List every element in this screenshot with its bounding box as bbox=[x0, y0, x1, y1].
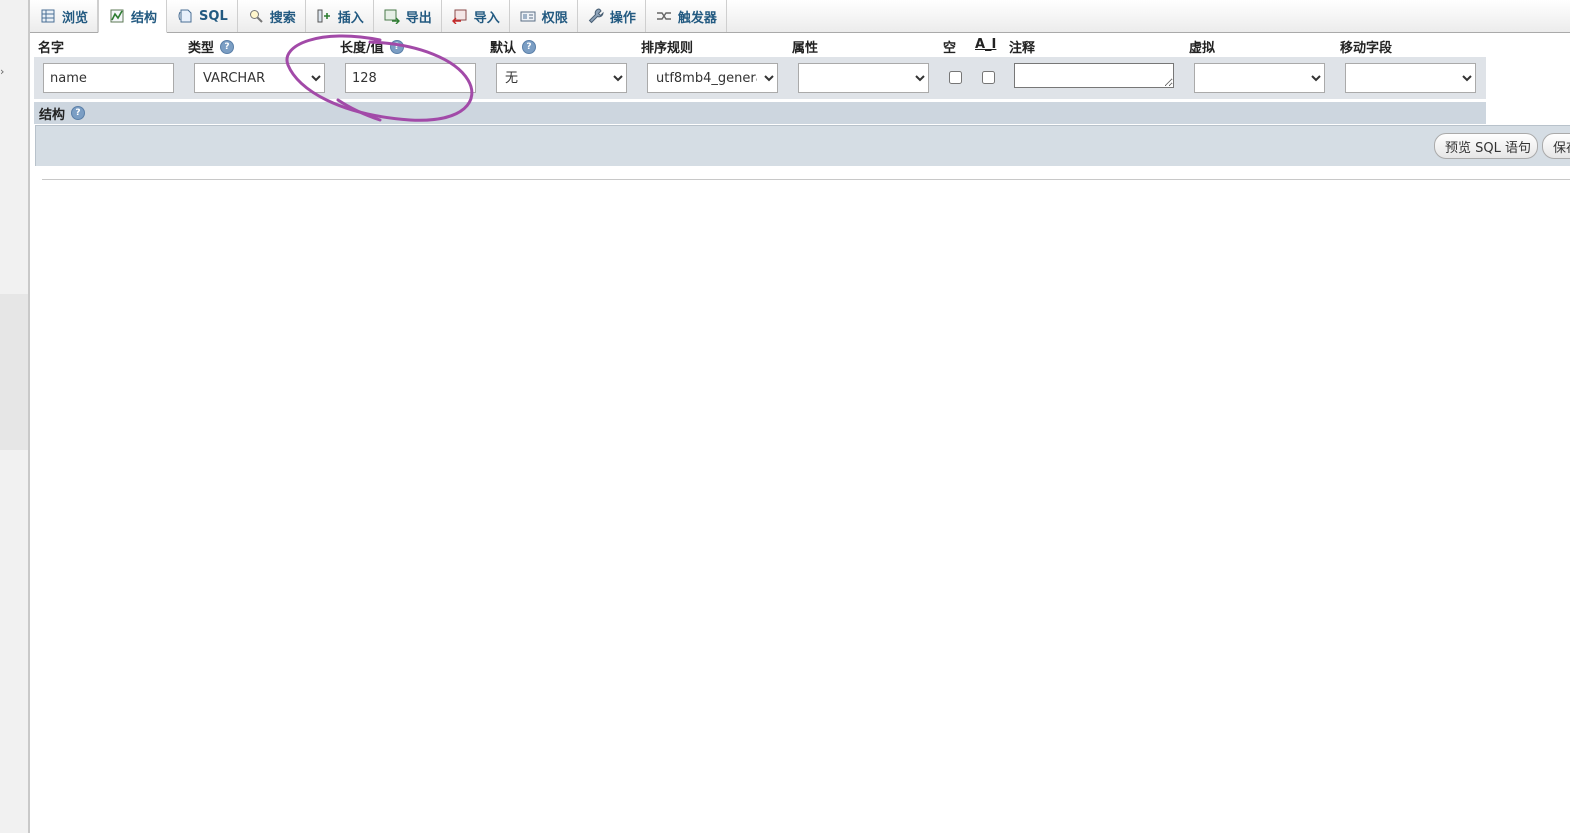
tab-label: 结构 bbox=[131, 10, 158, 26]
tab-browse[interactable]: 浏览 bbox=[30, 0, 99, 32]
tab-insert[interactable]: 插入 bbox=[306, 0, 374, 32]
structure-icon bbox=[110, 9, 124, 23]
tab-export[interactable]: 导出 bbox=[374, 0, 442, 32]
wrench-icon bbox=[588, 8, 604, 24]
browse-icon bbox=[41, 9, 55, 23]
tab-label: 导出 bbox=[405, 10, 432, 26]
field-row: VARCHAR 无 utf8mb4_general_ci bbox=[34, 57, 1486, 99]
left-sidebar-collapsed: › bbox=[0, 0, 30, 833]
header-attributes: 属性 bbox=[792, 41, 819, 56]
attributes-select[interactable] bbox=[798, 63, 929, 93]
save-button[interactable]: 保存 bbox=[1542, 133, 1570, 159]
move-column-select[interactable] bbox=[1345, 63, 1476, 93]
tab-label: 搜索 bbox=[269, 10, 296, 26]
tab-structure[interactable]: 结构 bbox=[98, 0, 168, 33]
help-icon[interactable]: ? bbox=[220, 39, 235, 54]
tab-label: 权限 bbox=[541, 10, 568, 26]
structure-label: 结构 bbox=[39, 107, 66, 123]
tab-label: 导入 bbox=[473, 10, 500, 26]
tab-operations[interactable]: 操作 bbox=[578, 0, 646, 32]
default-select[interactable]: 无 bbox=[496, 63, 627, 93]
tab-triggers[interactable]: 触发器 bbox=[646, 0, 727, 32]
tab-label: 触发器 bbox=[677, 10, 717, 26]
tab-import[interactable]: 导入 bbox=[442, 0, 510, 32]
preview-sql-button[interactable]: 预览 SQL 语句 bbox=[1434, 133, 1538, 159]
column-name-input[interactable] bbox=[43, 63, 174, 93]
header-type: 类型? bbox=[188, 37, 235, 56]
header-default: 默认? bbox=[490, 37, 537, 56]
action-bar: 预览 SQL 语句 保存 bbox=[35, 125, 1570, 166]
insert-icon bbox=[317, 9, 330, 23]
triggers-icon bbox=[656, 12, 671, 20]
header-length: 长度/值? bbox=[340, 37, 404, 56]
length-input[interactable] bbox=[345, 63, 476, 93]
tab-sql[interactable]: SQL bbox=[167, 0, 238, 32]
expand-arrow-icon[interactable]: › bbox=[0, 66, 4, 78]
privileges-icon bbox=[520, 11, 536, 22]
type-select[interactable]: VARCHAR bbox=[194, 63, 325, 93]
tab-label: 插入 bbox=[337, 10, 364, 26]
import-icon bbox=[451, 9, 467, 24]
comment-textarea[interactable] bbox=[1014, 63, 1174, 88]
sidebar-panel bbox=[0, 294, 28, 450]
export-icon bbox=[384, 9, 400, 24]
virtual-select[interactable] bbox=[1194, 63, 1325, 93]
help-icon[interactable]: ? bbox=[389, 39, 404, 54]
collation-select[interactable]: utf8mb4_general_ci bbox=[647, 63, 778, 93]
header-virtual: 虚拟 bbox=[1189, 41, 1216, 56]
search-icon bbox=[249, 10, 263, 23]
tab-privileges[interactable]: 权限 bbox=[510, 0, 578, 32]
help-icon[interactable]: ? bbox=[71, 106, 86, 120]
ai-checkbox[interactable] bbox=[982, 71, 995, 84]
tab-label: 操作 bbox=[609, 10, 636, 26]
tab-search[interactable]: 搜索 bbox=[238, 0, 306, 32]
header-comment: 注释 bbox=[1009, 41, 1036, 56]
sql-icon bbox=[178, 9, 192, 23]
column-header-row: 名字 类型? 长度/值? 默认? 排序规则 属性 空 A_I 注释 虚拟 移动字… bbox=[34, 33, 1486, 56]
header-ai: A_I bbox=[975, 37, 997, 52]
structure-section-bar: 结构 ? bbox=[34, 102, 1486, 124]
header-collation: 排序规则 bbox=[641, 41, 694, 56]
header-move: 移动字段 bbox=[1340, 41, 1393, 56]
tab-label: 浏览 bbox=[62, 10, 89, 26]
null-checkbox[interactable] bbox=[949, 71, 962, 84]
tab-bar: 浏览 结构 SQL 搜索 插入 导出 导入 权限 操作 触发器 bbox=[30, 0, 1570, 33]
header-null: 空 bbox=[943, 41, 957, 56]
tab-label: SQL bbox=[199, 8, 228, 24]
help-icon[interactable]: ? bbox=[522, 39, 537, 54]
header-name: 名字 bbox=[38, 41, 65, 56]
divider bbox=[42, 179, 1570, 180]
